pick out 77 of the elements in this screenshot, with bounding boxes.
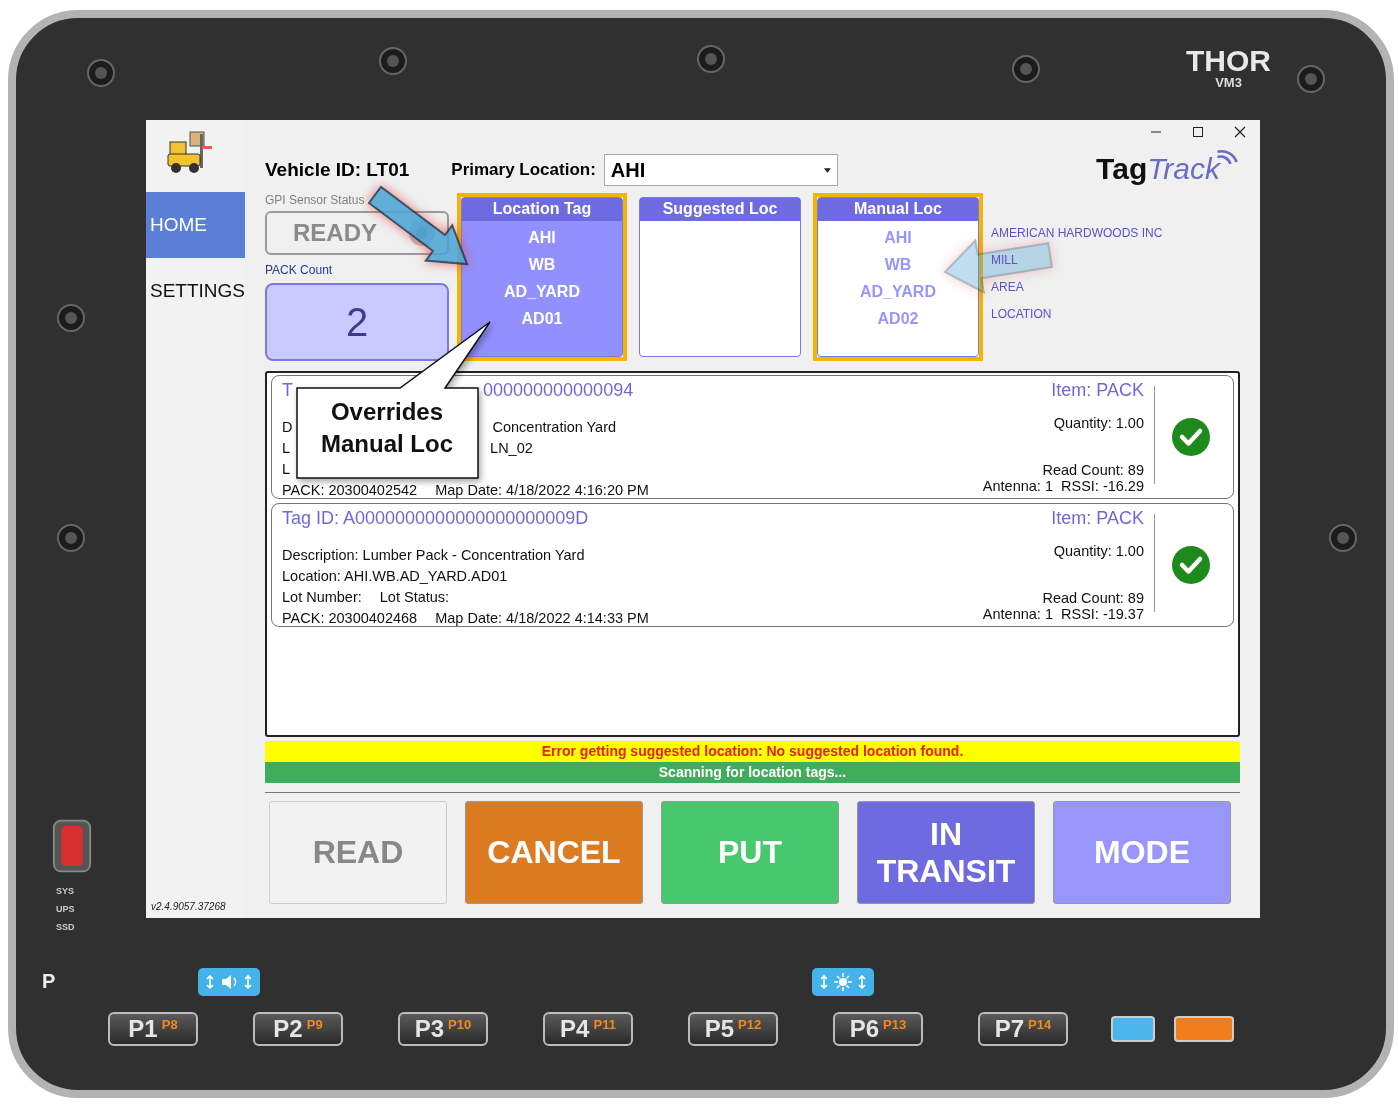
callout-text: Overrides Manual Loc: [320, 397, 454, 459]
error-banner: Error getting suggested location: No suggested location found.: [265, 741, 1240, 762]
tag-card[interactable]: [271, 503, 1234, 627]
legend-label: LOCATION: [991, 306, 1053, 322]
vehicle-id: Vehicle ID: LT01: [265, 159, 410, 181]
tag-id: Tag ID: A0000000000000000000009D: [282, 508, 589, 529]
caret-icon: [823, 167, 831, 173]
panel-title: Suggested Loc: [640, 198, 800, 221]
antenna: Antenna: 1: [982, 606, 1053, 622]
pack-count-value: 2: [265, 283, 449, 361]
location-code: WB: [528, 255, 556, 275]
version-label: v2.4.9057.37268: [150, 901, 227, 914]
close-icon[interactable]: [1234, 126, 1246, 138]
legend-label: AMERICAN HARDWOODS INC: [991, 225, 1163, 241]
location-code: AD_YARD: [504, 282, 580, 302]
rssi: RSSI: -19.37: [1061, 606, 1144, 622]
location-code: AD01: [521, 309, 563, 329]
logo-text: Tag: [1096, 152, 1148, 186]
screw-icon: [86, 58, 116, 88]
quantity: Quantity: 1.00: [1053, 415, 1144, 431]
action-button[interactable]: IN TRANSIT: [857, 801, 1035, 904]
indicator-label: UPS: [56, 904, 75, 914]
panel-title: Location Tag: [462, 198, 622, 221]
tag-detail: Location: AHI.WB.AD_YARD.AD01: [282, 567, 508, 586]
nav-item[interactable]: SETTINGS: [146, 258, 245, 324]
rssi: RSSI: -16.29: [1061, 478, 1144, 494]
primary-location-label: Primary Location:: [451, 160, 596, 180]
volume-key-icon: [198, 968, 260, 996]
model-label: VM3: [1215, 76, 1242, 89]
location-code: AHI: [528, 228, 556, 248]
indicator-label: SYS: [56, 886, 75, 896]
power-switch-icon: [52, 818, 92, 874]
screw-icon: [56, 523, 86, 553]
screw-icon: [696, 44, 726, 74]
screw-icon: [378, 46, 408, 76]
panel-title: Manual Loc: [818, 198, 978, 221]
tag-detail: L: [282, 460, 291, 479]
status-banner: Scanning for location tags...: [265, 762, 1240, 783]
tag-id: 000000000000094: [483, 380, 634, 401]
legend-label: MILL: [991, 252, 1019, 268]
location-code: AHI: [884, 228, 912, 248]
tag-detail: LN_02: [490, 439, 533, 458]
brightness-key-icon: [812, 968, 874, 996]
power-label: P: [42, 970, 56, 993]
tag-id: T: [282, 380, 293, 401]
screw-icon: [1296, 64, 1326, 94]
location-code: AD_YARD: [860, 282, 936, 302]
maximize-icon[interactable]: [1192, 126, 1204, 138]
nav-item[interactable]: HOME: [146, 192, 245, 258]
read-count: Read Count: 89: [1042, 462, 1144, 478]
map-date: Map Date: 4/18/2022 4:14:33 PM: [435, 609, 649, 628]
quantity: Quantity: 1.00: [1053, 543, 1144, 559]
screw-icon: [56, 303, 86, 333]
read-count: Read Count: 89: [1042, 590, 1144, 606]
tag-detail: Lot Status:: [379, 588, 450, 607]
tag-detail: Description: Lumber Pack - Concentration Yard: [282, 546, 585, 565]
antenna: Antenna: 1: [982, 478, 1053, 494]
tag-detail: Concentration Yard: [492, 418, 617, 437]
brand-logo: THOR: [1186, 46, 1271, 76]
legend-label: AREA: [991, 279, 1025, 295]
pack-number: PACK: 20300402542: [282, 481, 418, 500]
pack-number: PACK: 20300402468: [282, 609, 418, 628]
tag-detail: Lot Number:: [282, 588, 362, 607]
screw-icon: [1328, 523, 1358, 553]
pack-count-label: PACK Count: [265, 263, 334, 277]
location-code: AD02: [877, 309, 919, 329]
indicator-label: SSD: [56, 922, 75, 932]
primary-location-select[interactable]: AHI: [603, 154, 838, 186]
logo-text: Track: [1147, 152, 1220, 186]
tag-detail: D: [282, 418, 293, 437]
item-type: Item: PACK: [1051, 508, 1144, 529]
location-code: WB: [884, 255, 912, 275]
screw-icon: [1011, 54, 1041, 84]
gpi-label: GPI Sensor Status: [265, 193, 366, 207]
map-date: Map Date: 4/18/2022 4:16:20 PM: [435, 481, 649, 500]
item-type: Item: PACK: [1051, 380, 1144, 401]
tag-detail: L: [282, 439, 291, 458]
